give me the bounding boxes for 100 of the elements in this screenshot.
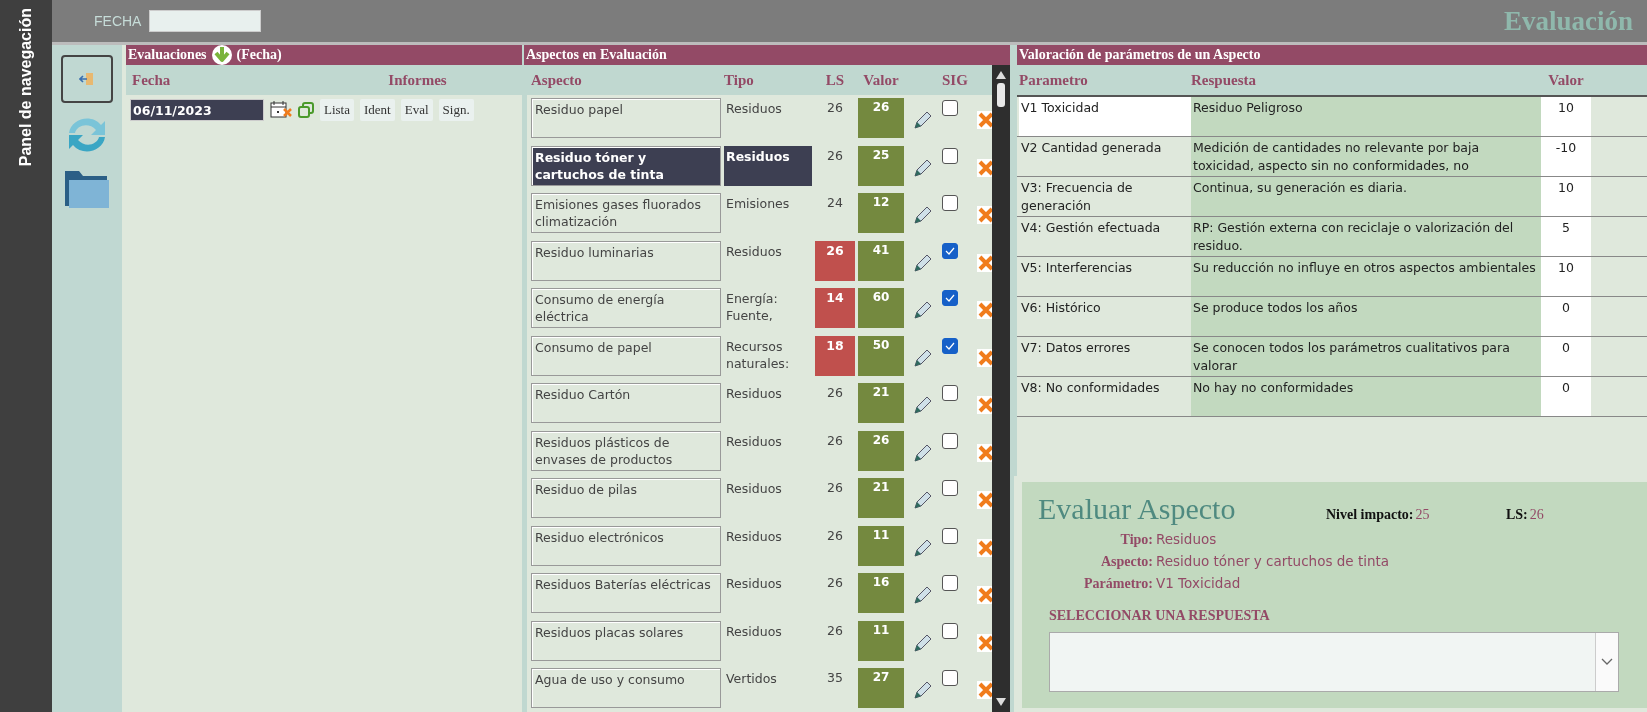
delete-icon[interactable] xyxy=(977,538,992,557)
sig-checkbox[interactable] xyxy=(942,575,958,591)
type-cell-text: Residuos xyxy=(725,432,783,451)
date-field[interactable] xyxy=(149,10,262,32)
pencil-icon[interactable] xyxy=(913,252,933,273)
pencil-icon[interactable] xyxy=(913,157,933,178)
impact-label: Nivel impacto: xyxy=(1326,507,1414,522)
scroll-up-icon[interactable] xyxy=(996,71,1006,79)
aspect-cell[interactable]: Residuos placas solares xyxy=(531,620,721,661)
aspect-cell[interactable]: Emisiones gases fluorados climatización xyxy=(531,193,721,233)
aspect-cell[interactable]: Residuo luminarias xyxy=(531,240,721,281)
scroll-down-icon[interactable] xyxy=(996,698,1006,706)
ls-cell-text: 35 xyxy=(826,669,844,687)
pencil-icon[interactable] xyxy=(913,442,933,463)
value-cell: 11 xyxy=(858,620,904,661)
sig-checkbox[interactable] xyxy=(942,527,958,544)
pencil-icon[interactable] xyxy=(913,347,933,368)
date-cell[interactable]: 06/11/2023 xyxy=(130,99,264,121)
delete-icon[interactable] xyxy=(977,158,992,177)
type-cell: Residuos xyxy=(724,145,812,186)
sig-checkbox[interactable] xyxy=(942,432,958,449)
sig-checkbox[interactable] xyxy=(942,100,958,116)
answer-cell: RP: Gestión externa con reciclaje o valorización del residuo. xyxy=(1191,217,1541,256)
delete-icon[interactable] xyxy=(977,253,992,272)
report-button[interactable]: Eval xyxy=(400,99,433,121)
report-button[interactable]: Sign. xyxy=(438,99,474,121)
value-cell: 0 xyxy=(1541,377,1591,416)
ls-cell-text: 26 xyxy=(826,431,844,450)
ls-cell-text: 26 xyxy=(826,384,844,402)
delete-icon[interactable] xyxy=(977,111,992,130)
check-icon xyxy=(945,246,955,255)
report-button[interactable]: Lista xyxy=(320,99,354,121)
aspect-cell[interactable]: Agua de uso y consumo xyxy=(531,668,721,708)
pencil-icon[interactable] xyxy=(913,632,933,653)
sidebar-title[interactable]: Panel de navegación xyxy=(17,8,35,167)
value-cell: 50 xyxy=(858,335,904,376)
sig-checkbox[interactable] xyxy=(942,670,958,686)
sig-checkbox[interactable] xyxy=(942,480,958,496)
aspect-cell[interactable]: Residuo papel xyxy=(531,98,721,138)
exit-button[interactable] xyxy=(61,55,113,103)
sig-checkbox[interactable] xyxy=(942,242,958,259)
delete-icon[interactable] xyxy=(977,586,992,605)
aspect-cell[interactable]: Consumo de papel xyxy=(531,335,721,376)
sig-checkbox[interactable] xyxy=(942,290,958,306)
parameter-cell[interactable]: V1 Toxicidad xyxy=(1019,97,1191,136)
aspect-cell[interactable]: Residuos plásticos de envases de productos xyxy=(531,430,721,471)
panel-title: Aspectos en Evaluación xyxy=(526,47,667,63)
field-value: Residuo tóner y cartuchos de tinta xyxy=(1156,553,1390,569)
type-cell-text: Residuos xyxy=(725,100,783,118)
type-cell-text: Residuos xyxy=(725,480,783,498)
value-cell: 10 xyxy=(1541,97,1591,136)
field-label: Parámetro: xyxy=(1083,576,1153,592)
scrollbar[interactable] xyxy=(992,65,1010,712)
aspect-cell[interactable]: Consumo de energía eléctrica xyxy=(531,288,721,328)
sig-checkbox[interactable] xyxy=(942,622,958,639)
check-icon xyxy=(945,341,955,350)
pencil-icon[interactable] xyxy=(913,680,933,701)
column-header: Respuesta xyxy=(1191,71,1257,89)
panel-title: Evaluaciones xyxy=(128,47,207,63)
delete-icon[interactable] xyxy=(977,396,992,415)
pencil-icon[interactable] xyxy=(913,585,933,606)
ls-cell-text: 26 xyxy=(826,574,844,592)
value-cell: 25 xyxy=(858,145,904,186)
pencil-icon[interactable] xyxy=(913,300,933,321)
delete-icon[interactable] xyxy=(977,491,992,510)
aspect-cell[interactable]: Residuo Cartón xyxy=(531,383,721,423)
pencil-icon[interactable] xyxy=(913,395,933,416)
delete-icon[interactable] xyxy=(977,206,992,225)
value-cell: 26 xyxy=(858,98,904,138)
aspect-cell[interactable]: Residuo tóner y cartuchos de tinta xyxy=(531,145,721,186)
aspect-cell[interactable]: Residuo de pilas xyxy=(531,478,721,518)
sig-checkbox[interactable] xyxy=(942,337,958,354)
page-title: Evaluación xyxy=(1503,5,1633,37)
delete-icon[interactable] xyxy=(977,301,992,320)
value-cell: 11 xyxy=(858,525,904,566)
calendar-clear-icon[interactable] xyxy=(270,100,292,120)
type-cell-text: Residuos xyxy=(725,527,783,546)
scroll-thumb[interactable] xyxy=(997,83,1005,107)
column-header: Valor xyxy=(1547,71,1585,89)
sig-checkbox[interactable] xyxy=(942,147,958,164)
sig-checkbox[interactable] xyxy=(942,195,958,211)
copy-icon[interactable] xyxy=(298,102,314,118)
answer-cell: Continua, su generación es diaria. xyxy=(1191,177,1541,216)
aspect-cell[interactable]: Residuos Baterías eléctricas xyxy=(531,573,721,613)
report-button[interactable]: Ident xyxy=(360,99,395,121)
delete-icon[interactable] xyxy=(977,443,992,462)
delete-icon[interactable] xyxy=(977,348,992,367)
ls-cell: 18 xyxy=(815,335,855,376)
pencil-icon[interactable] xyxy=(913,110,933,131)
delete-icon[interactable] xyxy=(977,633,992,652)
type-cell-text: Residuos xyxy=(725,242,783,261)
aspect-cell[interactable]: Residuo electrónicos xyxy=(531,525,721,566)
value-cell: 10 xyxy=(1541,257,1591,296)
pencil-icon[interactable] xyxy=(913,205,933,226)
chevron-down-icon[interactable] xyxy=(1601,658,1613,666)
pencil-icon[interactable] xyxy=(913,537,933,558)
ls-label: LS: xyxy=(1506,507,1528,522)
sig-checkbox[interactable] xyxy=(942,385,958,401)
pencil-icon[interactable] xyxy=(913,490,933,511)
value-cell: 27 xyxy=(858,668,904,708)
